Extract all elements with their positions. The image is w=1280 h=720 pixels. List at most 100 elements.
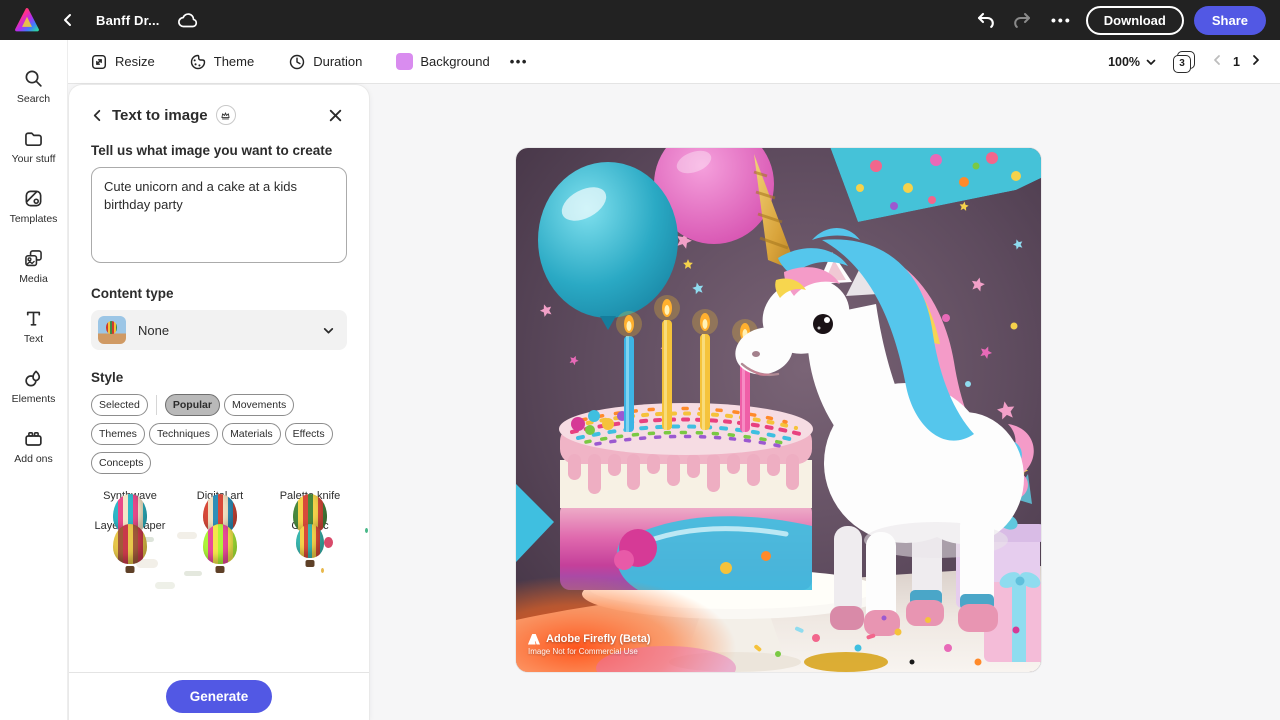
text-icon (23, 308, 44, 329)
prompt-input[interactable]: Cute unicorn and a cake at a kids birthd… (91, 167, 347, 263)
document-title[interactable]: Banff Dr... (96, 13, 160, 28)
sidebar-label: Your stuff (12, 153, 56, 165)
sidebar-item-text[interactable]: Text (2, 296, 66, 356)
pages-count-badge: 3 (1173, 55, 1191, 73)
sidebar-item-your-stuff[interactable]: Your stuff (2, 116, 66, 176)
pages-panel-button[interactable]: 3 (1173, 51, 1195, 73)
clock-icon (288, 53, 306, 71)
page-navigator: 1 (1211, 54, 1262, 69)
generated-image[interactable]: Adobe Firefly (Beta) Image Not for Comme… (516, 148, 1041, 672)
background-swatch (396, 53, 413, 70)
background-label: Background (420, 54, 489, 69)
elements-icon (23, 368, 44, 389)
download-button[interactable]: Download (1086, 6, 1184, 35)
content-type-label: Content type (91, 286, 347, 301)
style-grid: Synthwave Digital art Palette knife Laye… (91, 485, 347, 532)
resize-icon (90, 53, 108, 71)
sidebar-label: Media (19, 273, 48, 285)
zoom-level: 100% (1108, 55, 1140, 69)
media-icon (23, 248, 44, 269)
style-tab-effects[interactable]: Effects (285, 423, 333, 445)
adobe-logo-icon (528, 634, 540, 645)
text-to-image-panel: Text to image Tell us what image you wan… (68, 84, 370, 720)
search-icon (23, 68, 44, 89)
theme-button[interactable]: Theme (179, 47, 264, 77)
folder-icon (23, 128, 44, 149)
app-sidebar: Search Your stuff Templates Media Text E… (0, 40, 68, 720)
firefly-watermark: Adobe Firefly (Beta) Image Not for Comme… (528, 633, 651, 656)
sidebar-label: Text (24, 333, 43, 345)
undo-icon (975, 10, 995, 30)
style-label: Style (91, 370, 347, 385)
more-options-button[interactable]: ••• (1047, 12, 1076, 28)
previous-page-button[interactable] (1211, 54, 1223, 69)
watermark-subtitle: Image Not for Commercial Use (528, 647, 651, 656)
background-button[interactable]: Background (386, 47, 499, 76)
adobe-express-logo-icon (14, 7, 40, 33)
style-tab-selected[interactable]: Selected (91, 394, 148, 416)
style-tab-materials[interactable]: Materials (222, 423, 281, 445)
panel-back-button[interactable] (91, 109, 104, 122)
style-card-synthwave[interactable]: Synthwave (91, 485, 169, 502)
prompt-label: Tell us what image you want to create (91, 143, 347, 158)
resize-button[interactable]: Resize (80, 47, 165, 77)
sidebar-item-add-ons[interactable]: Add ons (2, 416, 66, 476)
chevron-left-icon (91, 109, 104, 122)
close-icon (328, 108, 343, 123)
cloud-sync-button[interactable] (174, 6, 202, 34)
toolbar: Resize Theme Duration Background ••• 100… (68, 40, 1280, 84)
templates-icon (23, 188, 44, 209)
cloud-icon (177, 11, 199, 29)
sidebar-label: Elements (12, 393, 56, 405)
watermark-title: Adobe Firefly (Beta) (546, 633, 651, 645)
content-type-thumbnail (98, 316, 126, 344)
style-tab-concepts[interactable]: Concepts (91, 452, 151, 474)
panel-close-button[interactable] (323, 103, 347, 127)
adobe-express-logo[interactable] (14, 7, 40, 33)
next-page-button[interactable] (1250, 54, 1262, 69)
style-card-palette-knife[interactable]: Palette knife (271, 485, 349, 502)
sidebar-item-search[interactable]: Search (2, 56, 66, 116)
generate-button[interactable]: Generate (166, 680, 273, 713)
chevron-down-icon (322, 324, 335, 337)
share-button[interactable]: Share (1194, 6, 1266, 35)
chevron-left-icon (61, 13, 75, 27)
sidebar-item-media[interactable]: Media (2, 236, 66, 296)
premium-crown-icon (216, 105, 236, 125)
content-type-dropdown[interactable]: None (91, 310, 347, 350)
theme-palette-icon (189, 53, 207, 71)
style-tab-techniques[interactable]: Techniques (149, 423, 218, 445)
add-ons-icon (23, 428, 44, 449)
zoom-control[interactable]: 100% (1108, 55, 1157, 69)
duration-button[interactable]: Duration (278, 47, 372, 77)
toolbar-more-button[interactable]: ••• (510, 54, 528, 69)
back-button[interactable] (54, 6, 82, 34)
resize-label: Resize (115, 54, 155, 69)
style-tab-popular[interactable]: Popular (165, 394, 220, 416)
unicorn-eye (813, 314, 833, 334)
sidebar-label: Templates (10, 213, 58, 225)
chevron-left-icon (1211, 54, 1223, 66)
topbar: Banff Dr... ••• Download Share (0, 0, 1280, 40)
sidebar-item-templates[interactable]: Templates (2, 176, 66, 236)
redo-icon (1013, 10, 1033, 30)
content-type-value: None (138, 323, 169, 338)
sidebar-item-elements[interactable]: Elements (2, 356, 66, 416)
style-tab-themes[interactable]: Themes (91, 423, 145, 445)
undo-button[interactable] (971, 6, 999, 34)
sidebar-label: Add ons (14, 453, 53, 465)
duration-label: Duration (313, 54, 362, 69)
panel-footer: Generate (69, 672, 369, 720)
chevron-down-icon (1145, 56, 1157, 68)
style-category-tabs: Selected Popular Movements Themes Techni… (91, 394, 349, 474)
chevron-right-icon (1250, 54, 1262, 66)
canvas-area[interactable]: Adobe Firefly (Beta) Image Not for Comme… (370, 84, 1280, 720)
panel-title: Text to image (112, 107, 208, 124)
divider (156, 395, 157, 415)
style-card-digital-art[interactable]: Digital art (181, 485, 259, 502)
theme-label: Theme (214, 54, 254, 69)
sidebar-label: Search (17, 93, 50, 105)
style-tab-movements[interactable]: Movements (224, 394, 294, 416)
current-page-number: 1 (1233, 55, 1240, 69)
redo-button[interactable] (1009, 6, 1037, 34)
